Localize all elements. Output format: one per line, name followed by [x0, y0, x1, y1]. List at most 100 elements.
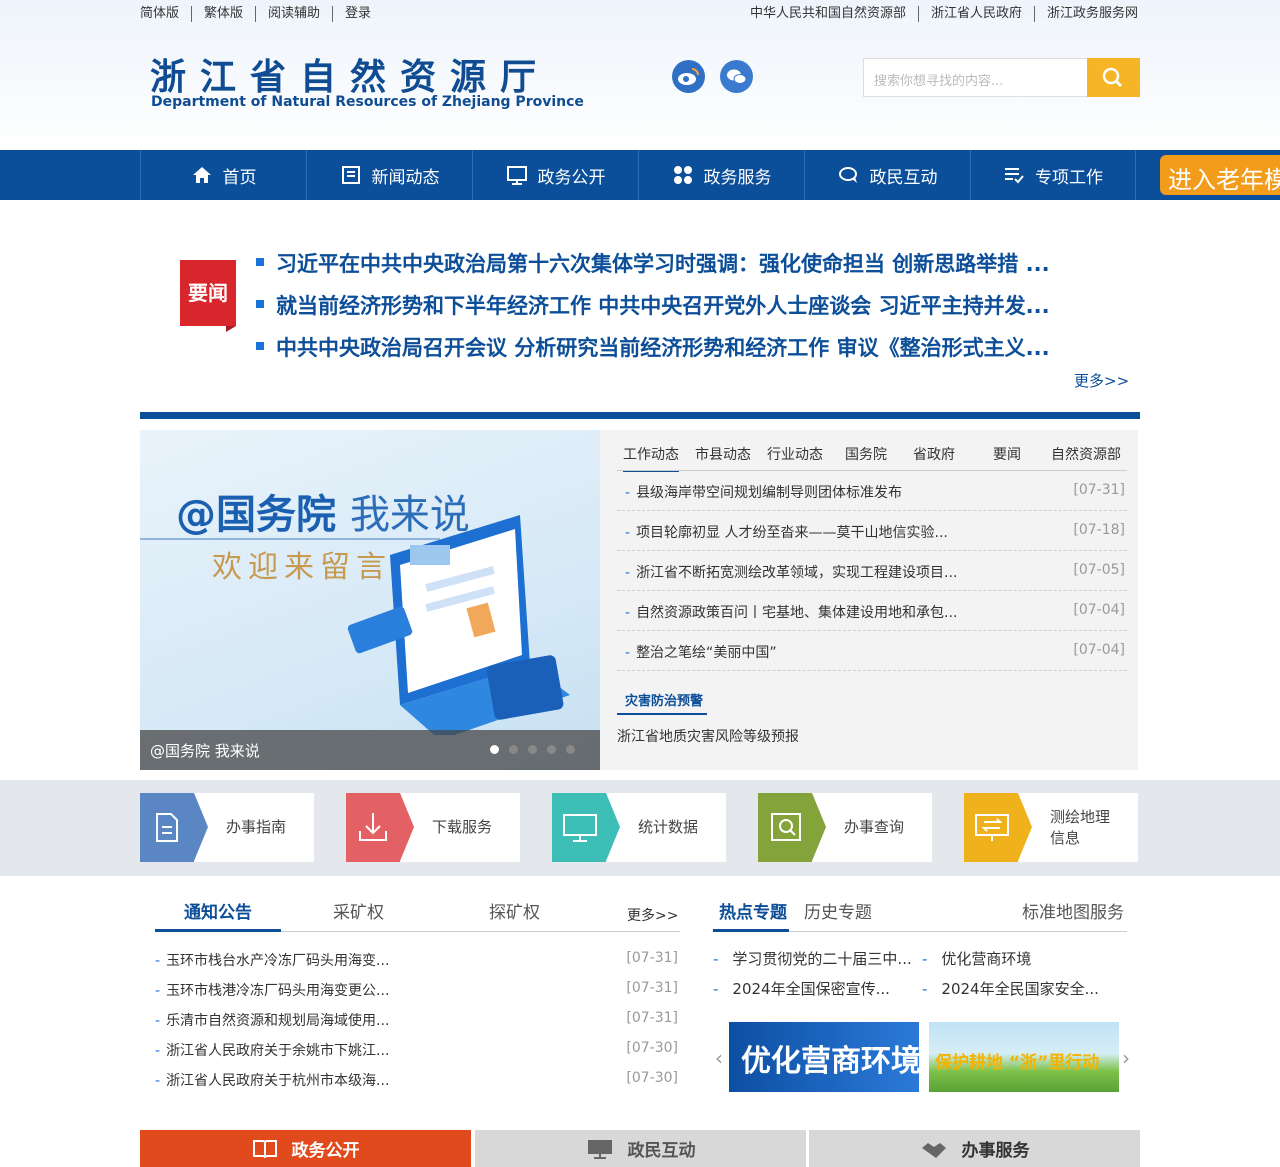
disaster-title[interactable]: 灾害防治预警: [625, 690, 703, 709]
zj-gov-link[interactable]: 浙江省人民政府: [919, 6, 1035, 22]
promo-farmland-protection[interactable]: 保护耕地 “浙”里行动: [929, 1022, 1119, 1092]
laptop-illustration: [347, 515, 570, 735]
topic-link[interactable]: 2024年全民国家安全...: [922, 978, 1098, 999]
carousel-dots: [490, 745, 575, 754]
carousel-dot[interactable]: [566, 745, 575, 754]
headlines-more-link[interactable]: 更多>>: [1074, 370, 1129, 391]
news-row[interactable]: 自然资源政策百问丨宅基地、集体建设用地和承包...[07-04]: [617, 591, 1127, 631]
nav-public[interactable]: 政务公开: [472, 150, 638, 200]
headline-item[interactable]: 习近平在中共中央政治局第十六次集体学习时强调：强化使命担当 创新思路举措 ...: [256, 248, 1050, 278]
tab-history-topics[interactable]: 历史专题: [804, 898, 872, 923]
search-button[interactable]: [1087, 58, 1140, 97]
monitor-icon: [552, 793, 620, 862]
tab-state-council[interactable]: 国务院: [845, 444, 887, 464]
nav-service[interactable]: 政务服务: [638, 150, 804, 200]
bottom-tab-label: 政民互动: [627, 1141, 696, 1161]
tab-important[interactable]: 要闻: [993, 444, 1021, 464]
download-service-button[interactable]: 下载服务: [346, 793, 520, 862]
divider: [140, 412, 1140, 419]
nav-news-label: 新闻动态: [371, 167, 440, 188]
bottom-tab-public[interactable]: 政务公开: [140, 1130, 471, 1167]
bottom-tab-service[interactable]: 办事服务: [809, 1130, 1140, 1167]
news-row[interactable]: 县级海岸带空间规划编制导则团体标准发布[07-31]: [617, 471, 1127, 511]
topic-link[interactable]: 优化营商环境: [922, 948, 1031, 969]
tab-notices[interactable]: 通知公告: [184, 898, 252, 923]
book-icon: [252, 1139, 277, 1158]
mnr-link[interactable]: 中华人民共和国自然资源部: [738, 6, 919, 22]
traditional-link[interactable]: 繁体版: [192, 6, 257, 22]
search-input[interactable]: 搜索你想寻找的内容...: [863, 58, 1089, 97]
search-icon: [1102, 67, 1123, 88]
home-icon: [192, 167, 211, 183]
nav-special[interactable]: 专项工作: [970, 150, 1136, 200]
tab-mining-rights[interactable]: 采矿权: [333, 898, 384, 923]
zj-service-link[interactable]: 浙江政务服务网: [1035, 6, 1150, 22]
news-row[interactable]: 浙江省不断拓宽测绘改革领域，实现工程建设项目...[07-05]: [617, 551, 1127, 591]
disaster-underline: [617, 713, 707, 715]
monitor-icon: [587, 1139, 612, 1159]
carousel-dot[interactable]: [528, 745, 537, 754]
simplified-link[interactable]: 简体版: [128, 6, 193, 22]
topic-link[interactable]: 学习贯彻党的二十届三中...: [713, 948, 911, 969]
service-label: 测绘地理信息: [1050, 807, 1111, 847]
news-icon: [341, 166, 360, 184]
chat-icon: [838, 167, 857, 183]
tab-city[interactable]: 市县动态: [695, 444, 751, 464]
monitor-icon: [506, 166, 527, 185]
active-tab-indicator: [713, 929, 789, 932]
service-label: 下载服务: [432, 818, 493, 836]
topic-link[interactable]: 2024年全国保密宣传...: [713, 978, 889, 999]
statistics-button[interactable]: 统计数据: [552, 793, 726, 862]
news-row[interactable]: 项目轮廓初显 人才纷至沓来——莫干山地信实验...[07-18]: [617, 511, 1127, 551]
tab-hot-topics[interactable]: 热点专题: [719, 898, 787, 923]
service-guide-button[interactable]: 办事指南: [140, 793, 314, 862]
promo-business-environment[interactable]: 优化营商环境: [729, 1022, 919, 1092]
elder-mode-button[interactable]: 进入老年模式: [1160, 155, 1280, 195]
headline-badge: 要闻: [180, 260, 236, 332]
magnifier-icon: [758, 793, 826, 862]
bottom-tab-label: 办事服务: [961, 1141, 1030, 1161]
carousel-dot[interactable]: [490, 745, 499, 754]
tab-mnr[interactable]: 自然资源部: [1051, 444, 1121, 464]
transfer-icon: [964, 793, 1032, 862]
wechat-icon[interactable]: [720, 60, 753, 93]
service-label: 办事查询: [844, 818, 905, 836]
download-icon: [346, 793, 414, 862]
tab-exploration-rights[interactable]: 探矿权: [489, 898, 540, 923]
tab-industry[interactable]: 行业动态: [767, 444, 823, 464]
service-label: 统计数据: [638, 818, 699, 836]
login-link[interactable]: 登录: [333, 6, 383, 22]
nav-interact[interactable]: 政民互动: [804, 150, 970, 200]
nav-home-label: 首页: [222, 167, 257, 188]
service-label: 办事指南: [226, 818, 287, 836]
handshake-icon: [921, 1142, 946, 1158]
site-subtitle: Department of Natural Resources of Zheji…: [151, 94, 584, 110]
headline-item[interactable]: 就当前经济形势和下半年经济工作 中共中央召开党外人士座谈会 习近平主持并发...: [256, 290, 1050, 320]
tab-standard-map[interactable]: 标准地图服务: [1022, 898, 1124, 923]
bottom-tab-label: 政务公开: [291, 1141, 360, 1161]
carousel-dot[interactable]: [547, 745, 556, 754]
tab-work[interactable]: 工作动态: [623, 444, 679, 472]
disaster-link[interactable]: 浙江省地质灾害风险等级预报: [617, 726, 799, 746]
bottom-tab-interact[interactable]: 政民互动: [475, 1130, 806, 1167]
grid-icon: [673, 166, 692, 184]
nav-home[interactable]: 首页: [140, 150, 306, 200]
survey-info-button[interactable]: 测绘地理信息: [964, 793, 1138, 862]
top-right-links: 中华人民共和国自然资源部 浙江省人民政府 浙江政务服务网: [738, 6, 1150, 22]
weibo-icon[interactable]: [672, 60, 705, 93]
headline-item[interactable]: 中共中央政治局召开会议 分析研究当前经济形势和经济工作 审议《整治形式主义...: [256, 332, 1050, 362]
news-row[interactable]: 整治之笔绘“美丽中国”[07-04]: [617, 631, 1127, 671]
notices-more-link[interactable]: 更多>>: [627, 905, 678, 925]
nav-news[interactable]: 新闻动态: [306, 150, 472, 200]
nav-public-label: 政务公开: [537, 167, 606, 188]
chevron-left-icon[interactable]: ‹: [715, 1046, 723, 1070]
tab-province[interactable]: 省政府: [913, 444, 955, 464]
carousel-dot[interactable]: [509, 745, 518, 754]
list-check-icon: [1005, 168, 1024, 184]
bullet-icon: [256, 258, 264, 266]
reading-aid-link[interactable]: 阅读辅助: [256, 6, 334, 22]
site-title[interactable]: 浙江省自然资源厅: [150, 48, 550, 100]
query-button[interactable]: 办事查询: [758, 793, 932, 862]
chevron-right-icon[interactable]: ›: [1122, 1046, 1130, 1070]
banner-carousel[interactable]: @国务院 我来说 欢迎来留言 @国务院 我来说: [140, 430, 600, 770]
